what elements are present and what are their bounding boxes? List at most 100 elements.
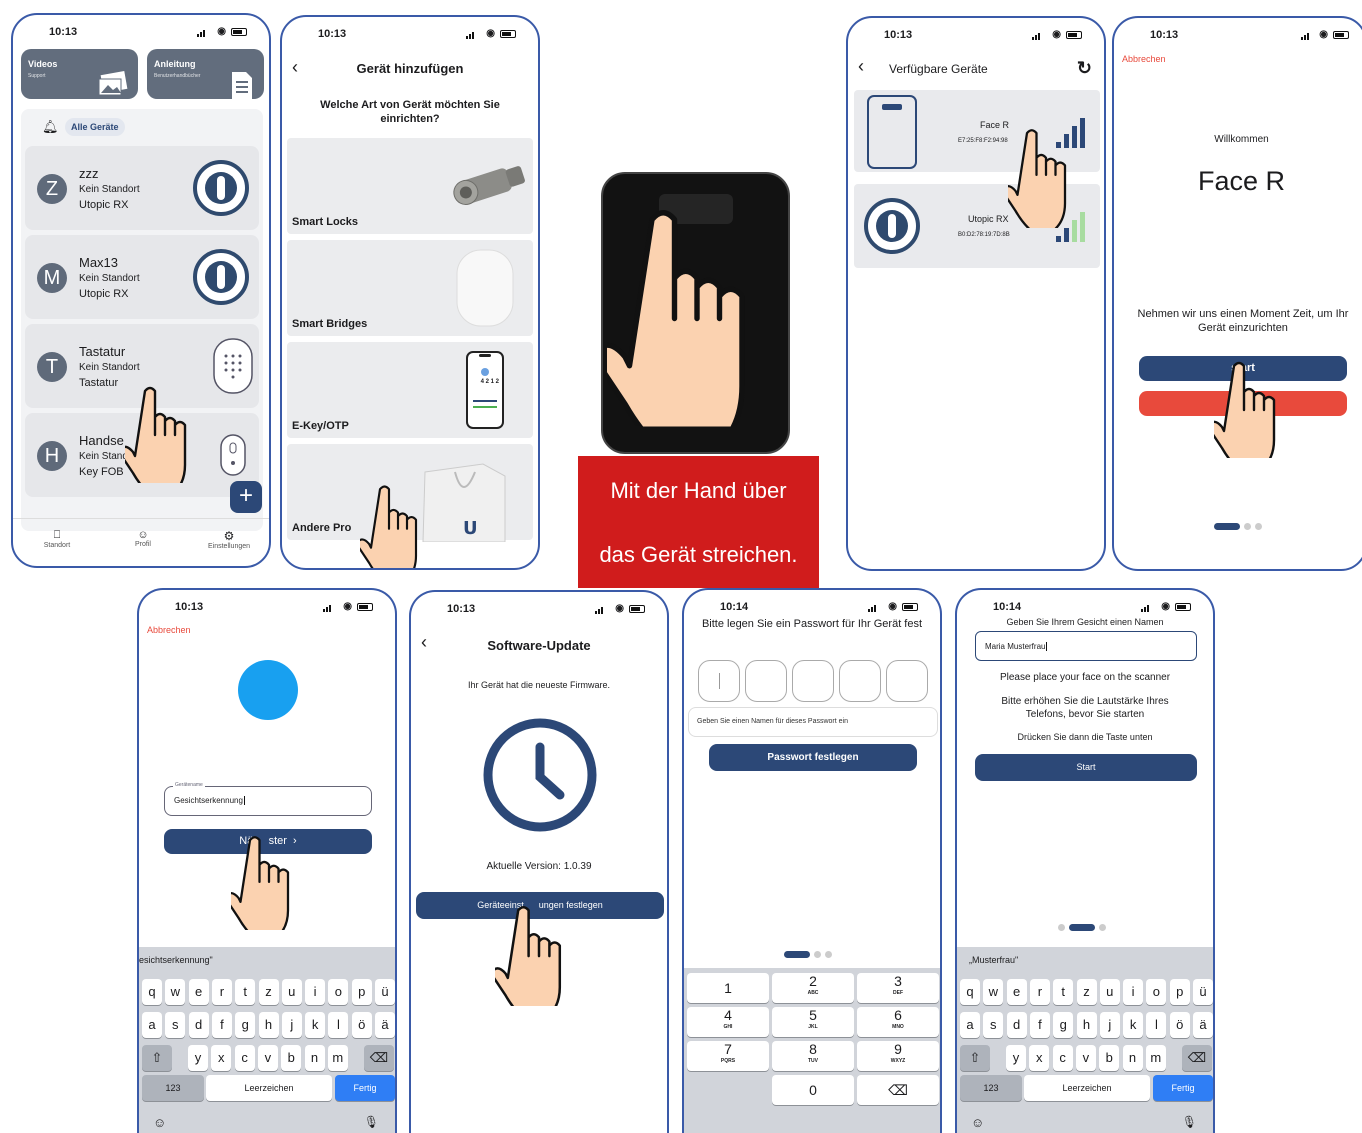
key[interactable]: ü xyxy=(1193,979,1213,1005)
key[interactable]: u xyxy=(1099,979,1120,1005)
key[interactable]: m xyxy=(1145,1045,1166,1071)
guide-tile[interactable]: Anleitung Benutzerhandbücher xyxy=(147,49,264,99)
filter-chip-all[interactable]: Alle Geräte xyxy=(65,118,125,136)
key[interactable]: o xyxy=(328,979,349,1005)
pin-box[interactable] xyxy=(698,660,740,702)
numpad-key[interactable]: 2 ABC xyxy=(772,973,854,1003)
keyboard-suggestion[interactable]: esichtserkennung" xyxy=(139,955,213,965)
numpad-key[interactable]: 9 WXYZ xyxy=(857,1041,939,1071)
numpad-key[interactable]: 5 JKL xyxy=(772,1007,854,1037)
device-name-field[interactable]: Gerätename Gesichtserkennung xyxy=(164,782,372,816)
key[interactable]: v xyxy=(1075,1045,1096,1071)
key[interactable]: x xyxy=(1029,1045,1050,1071)
key[interactable]: t xyxy=(1053,979,1074,1005)
key[interactable]: j xyxy=(1099,1012,1120,1038)
key[interactable]: q xyxy=(960,979,980,1005)
category-smart-locks[interactable]: Smart Locks xyxy=(287,138,533,234)
start-button[interactable]: Start xyxy=(975,754,1197,781)
key[interactable]: d xyxy=(188,1012,209,1038)
set-password-button[interactable]: Passwort festlegen xyxy=(709,744,917,771)
cancel-link[interactable]: Abbrechen xyxy=(147,625,191,635)
key[interactable]: y xyxy=(188,1045,208,1071)
key[interactable]: a xyxy=(960,1012,980,1038)
key[interactable]: o xyxy=(1146,979,1167,1005)
numbers-key[interactable]: 123 xyxy=(960,1075,1022,1101)
space-key[interactable]: Leerzeichen xyxy=(206,1075,332,1101)
done-key[interactable]: Fertig xyxy=(335,1075,395,1101)
pin-box[interactable] xyxy=(745,660,787,702)
key[interactable]: r xyxy=(1029,979,1050,1005)
numpad-key[interactable]: 0 xyxy=(772,1075,854,1105)
add-device-button[interactable]: + xyxy=(230,481,262,513)
key[interactable]: ö xyxy=(1169,1012,1190,1038)
key[interactable]: s xyxy=(165,1012,186,1038)
key[interactable]: ä xyxy=(1193,1012,1213,1038)
key[interactable]: r xyxy=(211,979,232,1005)
key[interactable]: f xyxy=(211,1012,232,1038)
key[interactable]: a xyxy=(142,1012,162,1038)
key[interactable]: b xyxy=(1099,1045,1120,1071)
key[interactable]: ⇧ xyxy=(142,1045,172,1071)
key[interactable]: k xyxy=(1123,1012,1144,1038)
key[interactable]: h xyxy=(1076,1012,1097,1038)
key[interactable]: w xyxy=(983,979,1004,1005)
device-card[interactable]: M Max13 Kein Standort Utopic RX xyxy=(25,235,259,319)
microphone-icon[interactable]: 🎙︎ xyxy=(1182,1115,1197,1129)
key[interactable]: u xyxy=(281,979,302,1005)
tab-location[interactable]: ⎕ Standort xyxy=(37,529,77,549)
tab-settings[interactable]: ⚙ Einstellungen xyxy=(199,529,259,550)
cancel-link[interactable]: Abbrechen xyxy=(1122,54,1166,64)
numpad-key[interactable]: 6 MNO xyxy=(857,1007,939,1037)
key[interactable]: ä xyxy=(375,1012,395,1038)
emoji-icon[interactable]: ☺ xyxy=(971,1115,984,1130)
key[interactable]: e xyxy=(1006,979,1027,1005)
key[interactable]: c xyxy=(1052,1045,1073,1071)
numpad-key[interactable]: 1 xyxy=(687,973,769,1003)
key[interactable]: l xyxy=(328,1012,349,1038)
category-ekey-otp[interactable]: 4 2 1 2 E-Key/OTP xyxy=(287,342,533,438)
numpad-key[interactable]: ⌫ xyxy=(857,1075,939,1105)
password-name-input[interactable]: Geben Sie einen Namen für dieses Passwor… xyxy=(688,707,938,737)
key[interactable]: ö xyxy=(351,1012,372,1038)
microphone-icon[interactable]: 🎙︎ xyxy=(364,1115,379,1129)
category-smart-bridges[interactable]: Smart Bridges xyxy=(287,240,533,336)
key[interactable]: d xyxy=(1006,1012,1027,1038)
numpad-key[interactable]: 7 PQRS xyxy=(687,1041,769,1071)
key[interactable]: n xyxy=(1122,1045,1143,1071)
pin-box[interactable] xyxy=(792,660,834,702)
key[interactable]: h xyxy=(258,1012,279,1038)
key[interactable]: i xyxy=(305,979,326,1005)
keyboard-suggestion[interactable]: „Musterfrau" xyxy=(969,955,1018,965)
key[interactable]: z xyxy=(258,979,279,1005)
emoji-icon[interactable]: ☺ xyxy=(153,1115,166,1130)
key[interactable]: x xyxy=(211,1045,232,1071)
key[interactable]: ⌫ xyxy=(1182,1045,1212,1071)
key[interactable]: j xyxy=(281,1012,302,1038)
key[interactable]: y xyxy=(1006,1045,1026,1071)
device-card[interactable]: Z zzz Kein Standort Utopic RX xyxy=(25,146,259,230)
key[interactable]: ⇧ xyxy=(960,1045,990,1071)
key[interactable]: ⌫ xyxy=(364,1045,394,1071)
key[interactable]: m xyxy=(327,1045,348,1071)
key[interactable]: i xyxy=(1123,979,1144,1005)
bell-icon[interactable]: 🔔︎ xyxy=(42,119,59,135)
key[interactable]: s xyxy=(983,1012,1004,1038)
pin-box[interactable] xyxy=(839,660,881,702)
key[interactable]: p xyxy=(1169,979,1190,1005)
key[interactable]: c xyxy=(234,1045,255,1071)
key[interactable]: t xyxy=(235,979,256,1005)
pin-box[interactable] xyxy=(886,660,928,702)
back-chevron-icon[interactable]: ‹ xyxy=(858,56,864,77)
key[interactable]: g xyxy=(235,1012,256,1038)
numbers-key[interactable]: 123 xyxy=(142,1075,204,1101)
done-key[interactable]: Fertig xyxy=(1153,1075,1213,1101)
numpad-key[interactable]: 3 DEF xyxy=(857,973,939,1003)
numpad-key[interactable]: 4 GHI xyxy=(687,1007,769,1037)
key[interactable]: ü xyxy=(375,979,395,1005)
refresh-icon[interactable]: ↻ xyxy=(1077,58,1092,79)
key[interactable]: v xyxy=(257,1045,278,1071)
space-key[interactable]: Leerzeichen xyxy=(1024,1075,1150,1101)
key[interactable]: q xyxy=(142,979,162,1005)
key[interactable]: z xyxy=(1076,979,1097,1005)
key[interactable]: b xyxy=(281,1045,302,1071)
